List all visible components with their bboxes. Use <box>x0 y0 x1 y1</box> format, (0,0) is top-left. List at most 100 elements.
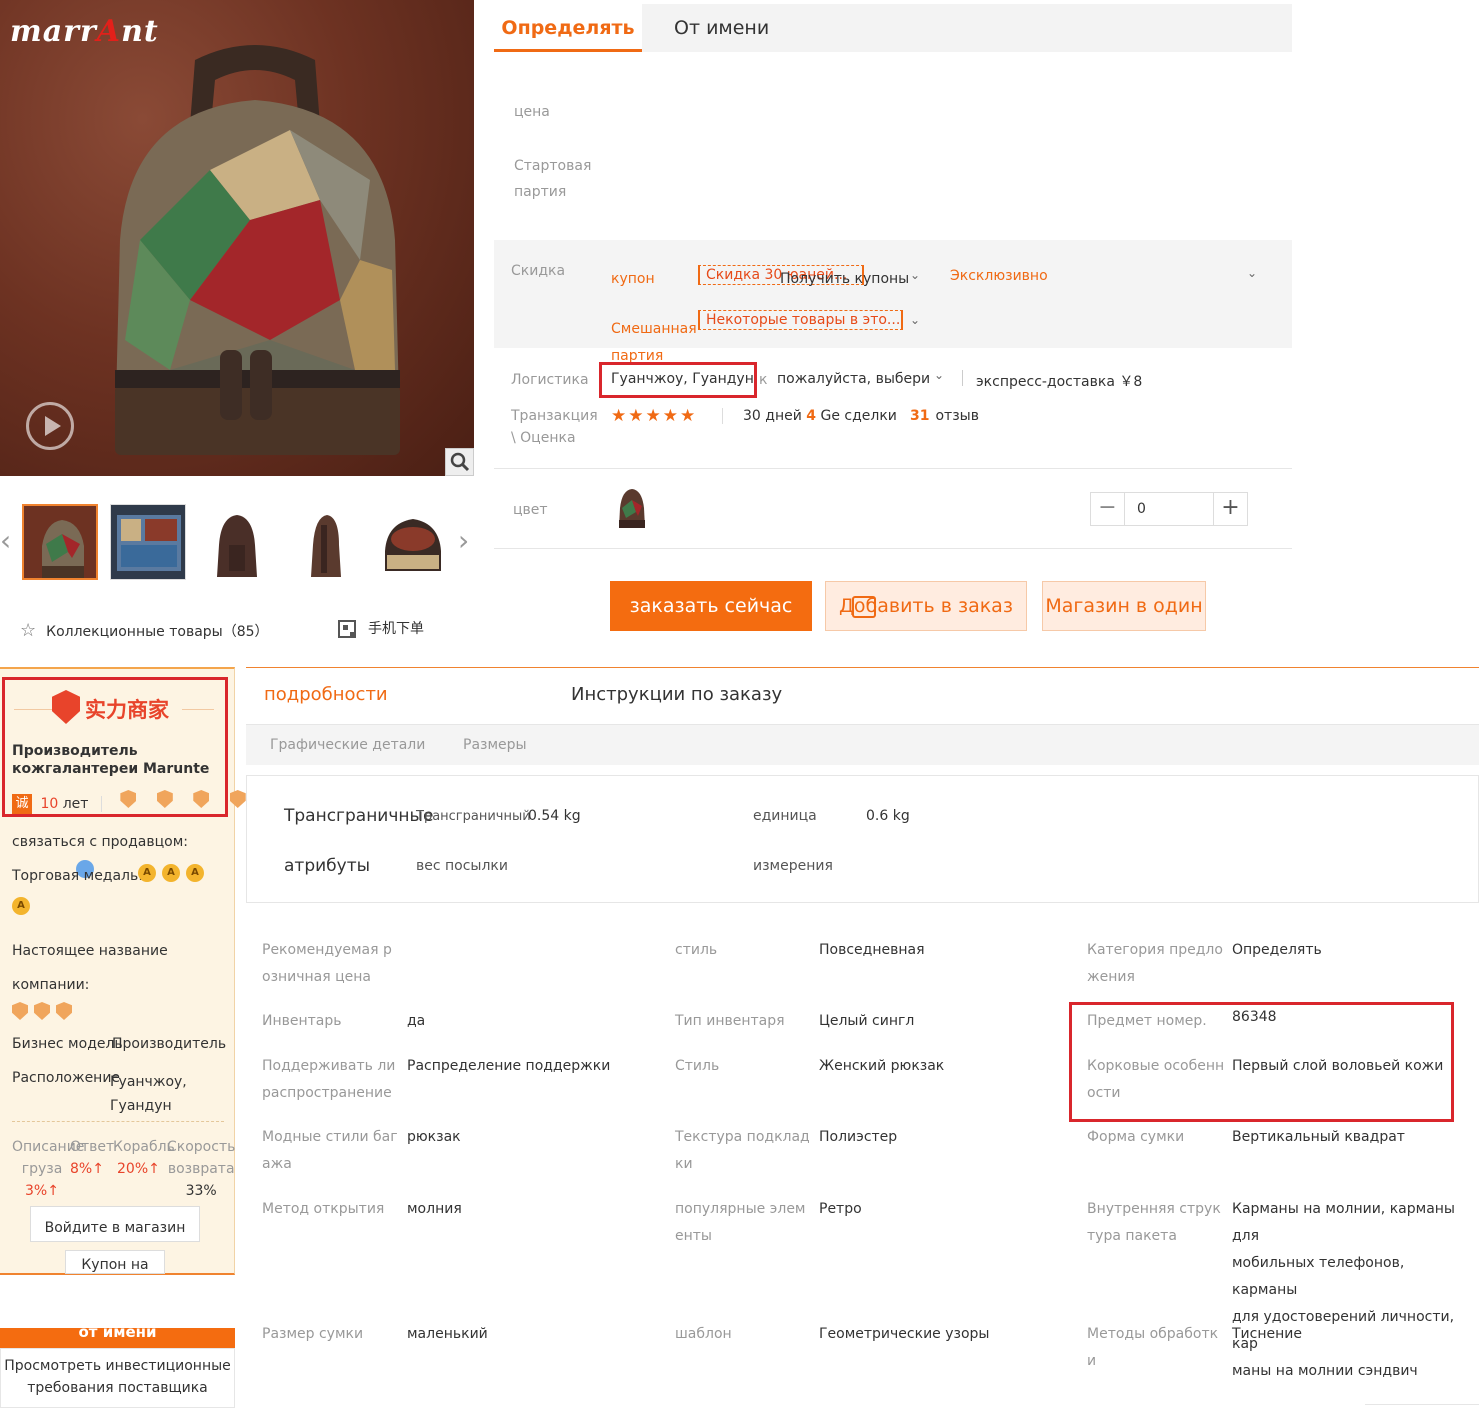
verification-icons <box>12 1002 78 1024</box>
stat-description-label: груза <box>21 1161 63 1177</box>
get-coupons-link[interactable]: Получить купоны <box>780 271 909 287</box>
detail-tabs: подробности Инструкции по заказу <box>246 667 1479 725</box>
collect-button[interactable]: ☆ Коллекционные товары（85） <box>20 620 269 641</box>
verified-icon <box>56 1002 72 1020</box>
thumbnail-3[interactable] <box>198 504 274 580</box>
attr-label: популярные элем енты <box>675 1201 806 1244</box>
exclusive-link[interactable]: Эксклюзивно <box>950 268 1048 284</box>
item-number-value: 86348 <box>1232 1009 1277 1025</box>
thumbnail-5[interactable] <box>374 504 450 580</box>
guarantee-icon[interactable] <box>120 790 137 808</box>
stat-ship-label: Корабль <box>113 1139 175 1155</box>
stat-response: Ответ 8%↑ <box>70 1136 114 1180</box>
attr-value: Распределение поддержки <box>407 1058 611 1074</box>
reviews-count: 31 <box>910 408 930 424</box>
chevron-down-icon[interactable]: ⌄ <box>1247 266 1257 280</box>
color-swatch[interactable] <box>612 486 652 530</box>
return-icon[interactable] <box>193 790 210 808</box>
order-now-button[interactable]: заказать сейчас <box>610 581 812 631</box>
clock-icon[interactable] <box>156 790 173 808</box>
play-video-icon[interactable] <box>26 402 74 450</box>
offer-type-tabs: Определять От имени <box>494 4 1292 52</box>
mixed-batch-tag-text: Некоторые товары в это... <box>706 312 901 328</box>
mobile-order-label: 手机下单 <box>368 621 424 637</box>
stat-description-label: Описание <box>12 1139 85 1155</box>
subtab-graphic-details[interactable]: Графические детали <box>270 737 425 753</box>
attr-value: Геометрические узоры <box>819 1326 990 1342</box>
item-number-label: Предмет номер. <box>1087 1013 1207 1029</box>
thumbnail-4[interactable] <box>286 504 362 580</box>
attr-value: Вертикальный квадрат <box>1232 1129 1405 1145</box>
decrease-quantity-button[interactable]: − <box>1091 493 1125 525</box>
destination-select[interactable]: пожалуйста, выбери <box>777 371 930 387</box>
package-weight-sub: вес посылки <box>416 858 508 874</box>
increase-quantity-button[interactable]: + <box>1213 493 1247 525</box>
tab-define[interactable]: Определять <box>494 4 642 52</box>
attr-value: Тиснение <box>1232 1326 1302 1342</box>
enter-store-button[interactable]: Войдите в магазин <box>30 1206 200 1242</box>
store-one-button[interactable]: Магазин в один <box>1042 581 1206 631</box>
stat-return: Скорость возврата 33% <box>167 1136 235 1202</box>
tab-order-instructions[interactable]: Инструкции по заказу <box>571 684 782 705</box>
divider <box>1365 1404 1479 1405</box>
subtab-sizes[interactable]: Размеры <box>463 737 527 753</box>
attr-value: рюкзак <box>407 1129 461 1145</box>
color-label: цвет <box>513 502 548 518</box>
tab-on-behalf[interactable]: От имени <box>674 4 769 52</box>
cross-border-title: Трансграничные <box>284 806 434 826</box>
reviews-label: отзыв <box>935 408 979 424</box>
package-weight-value: 0.54 kg <box>528 808 581 824</box>
thumbnail-2[interactable] <box>110 504 186 580</box>
collect-label: Коллекционные товары（85） <box>46 624 269 640</box>
deals-label: Ge сделки <box>820 408 897 424</box>
thumb-prev-icon[interactable]: ‹ <box>0 526 14 556</box>
seller-name[interactable]: Производитель кожгалантереи Marunte <box>12 742 222 778</box>
stat-return-label: возврата <box>167 1161 235 1177</box>
divider <box>962 370 963 386</box>
origin-location: Гуанчжоу, Гуандун <box>611 371 754 387</box>
brand-logo: marrAnt <box>10 14 159 49</box>
attr-label: Размер сумки <box>262 1326 364 1342</box>
attr-value: Карманы на молнии, карманы для мобильных … <box>1232 1201 1455 1379</box>
coupon-label: купон <box>611 271 655 287</box>
reviews[interactable]: 31 отзыв <box>910 408 979 424</box>
mixed-batch-tag[interactable]: Некоторые товары в это... <box>698 310 903 330</box>
protection-icon[interactable] <box>229 790 246 808</box>
chevron-down-icon[interactable]: ⌄ <box>934 368 944 382</box>
divider <box>100 796 102 812</box>
medal-icon: A <box>162 864 180 882</box>
attr-value: маленький <box>407 1326 488 1342</box>
medal-icon: A <box>12 897 30 915</box>
thumb-next-icon[interactable]: › <box>458 526 472 556</box>
verified-icon <box>34 1002 50 1020</box>
contact-seller[interactable]: связаться с продавцом: <box>12 834 188 850</box>
zoom-icon[interactable] <box>445 448 474 476</box>
divider <box>494 468 1292 469</box>
chevron-down-icon[interactable]: ⌄ <box>910 268 920 282</box>
thumbnail-1[interactable] <box>22 504 98 580</box>
attr-label: Стиль <box>675 1058 720 1074</box>
tab-details[interactable]: подробности <box>264 684 388 705</box>
coupon-button[interactable]: Купон на <box>65 1250 165 1274</box>
mobile-order-button[interactable]: 手机下单 <box>338 618 424 638</box>
quantity-input[interactable]: 0 <box>1137 501 1146 517</box>
backpack-illustration <box>115 45 400 455</box>
add-to-order-button[interactable]: Добавить в заказ <box>825 581 1027 631</box>
express-shipping: экспресс-доставка ￥8 <box>976 374 1143 390</box>
on-behalf-banner[interactable]: от имени <box>0 1328 235 1348</box>
investment-requirements-link[interactable]: Просмотреть инвестиционные требования по… <box>0 1348 235 1408</box>
years-count: 10 <box>40 796 59 812</box>
stat-ship-value: 20%↑ <box>117 1161 160 1177</box>
attr-label: Категория предло жения <box>1087 942 1223 985</box>
attr-label: Текстура подклад ки <box>675 1129 810 1172</box>
attr-value: молния <box>407 1201 462 1217</box>
package-weight-label: Трансграничный <box>416 809 531 824</box>
attributes-title: атрибуты <box>284 856 371 876</box>
attr-value: да <box>407 1013 426 1029</box>
to-prefix: к <box>759 372 768 388</box>
product-main-image[interactable]: marrAnt <box>0 0 474 476</box>
attr-value: Полиэстер <box>819 1129 898 1145</box>
stat-return-value: 33% <box>185 1183 217 1199</box>
chevron-down-icon[interactable]: ⌄ <box>910 313 920 327</box>
attr-label: Форма сумки <box>1087 1129 1185 1145</box>
